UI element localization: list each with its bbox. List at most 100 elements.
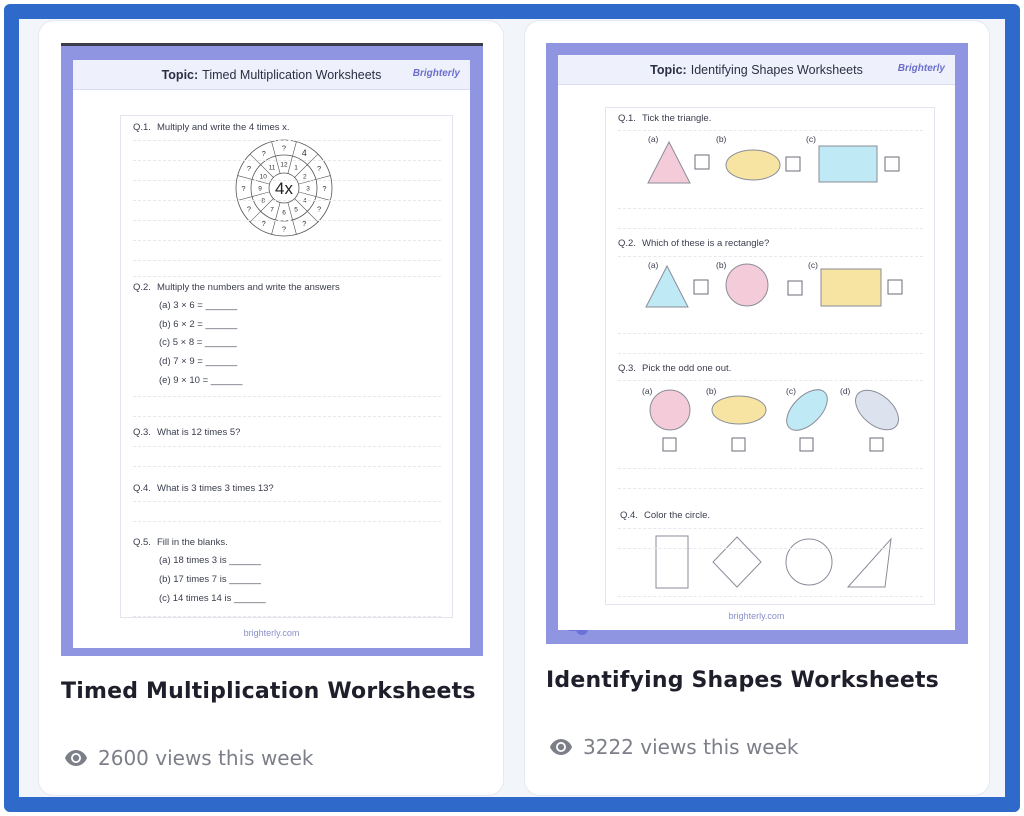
q5-item-b: (b) 17 times 7 is ______: [159, 574, 261, 585]
question-2: Q.2. Multiply the numbers and write the a…: [133, 282, 340, 293]
wheel-answer-slot: ?: [247, 204, 251, 213]
wheel-answer-slot: ?: [322, 184, 326, 193]
q2-item-a: (a) 3 × 6 = ______: [159, 300, 238, 311]
answer-line: [133, 466, 441, 467]
answer-line: [618, 548, 923, 549]
rectangle-shape: [818, 145, 878, 183]
worksheet-footer: brighterly.com: [728, 611, 785, 621]
answer-line: [618, 130, 923, 131]
q2-item-b: (b) 6 × 2 = ______: [159, 319, 238, 330]
wheel-inner-number: 5: [294, 206, 298, 213]
answer-line: [618, 228, 923, 229]
answer-line: [133, 180, 441, 181]
answer-line: [618, 528, 923, 529]
checkbox: [731, 437, 746, 452]
answer-line: [133, 521, 441, 522]
wheel-inner-number: 12: [280, 162, 288, 169]
eye-icon: [65, 750, 87, 766]
rectangle-shape: [820, 268, 882, 307]
checkbox: [785, 156, 801, 172]
wheel-inner-number: 11: [269, 165, 276, 172]
eye-icon: [550, 739, 572, 755]
question-5: Q.5. Fill in the blanks.: [133, 537, 228, 548]
worksheet-topic-header: Topic: Timed Multiplication Worksheets: [73, 60, 470, 90]
oval-shape: [711, 395, 767, 425]
answer-line: [618, 380, 923, 381]
wheel-answer-slot: ?: [317, 204, 321, 213]
views-text: 2600 views this week: [98, 746, 314, 770]
checkbox: [694, 154, 710, 170]
worksheet-page: Topic: Timed Multiplication Worksheets B…: [73, 60, 470, 648]
worksheet-content: Q.1. Multiply and write the 4 times x. 12…: [120, 115, 453, 618]
checkbox: [799, 437, 814, 452]
question-3: Q.3. What is 12 times 5?: [133, 427, 241, 438]
brighterly-logo: Brighterly: [412, 68, 460, 79]
answer-line: [618, 256, 923, 257]
q2-item-e: (e) 9 × 10 = ______: [159, 375, 243, 386]
wheel-answer-slot: ?: [317, 164, 321, 173]
oval-shape: [725, 149, 781, 181]
worksheet-topic-header: Topic: Identifying Shapes Worksheets: [558, 55, 955, 85]
views-count: 3222 views this week: [549, 735, 799, 759]
circle-shape: [725, 263, 769, 307]
checkbox: [887, 279, 903, 295]
answer-line: [618, 488, 923, 489]
wheel-center-label: 4x: [275, 179, 293, 198]
wheel-answer-slot: ?: [247, 164, 251, 173]
answer-line: [133, 276, 441, 277]
q2-item-d: (d) 7 × 9 = ______: [159, 356, 238, 367]
answer-line: [133, 220, 441, 221]
topic-label: Topic:: [161, 67, 199, 82]
topic-label: Topic:: [650, 62, 687, 77]
checkbox: [869, 437, 884, 452]
answer-line: [618, 596, 923, 597]
answer-line: [618, 468, 923, 469]
wheel-inner-number: 7: [270, 206, 274, 213]
answer-line: [133, 160, 441, 161]
checkbox: [693, 279, 709, 295]
q5-item-a: (a) 18 times 3 is ______: [159, 555, 261, 566]
wheel-answer-slot: ?: [241, 184, 245, 193]
wheel-answer-slot: ?: [282, 225, 286, 234]
rectangle-outline: [655, 535, 689, 589]
multiplication-wheel: 12?142?3 ?4?5?6?7?8?9?10? 11?4x: [235, 139, 333, 237]
answer-line: [618, 333, 923, 334]
circle-shape: [649, 389, 691, 431]
checkbox: [787, 280, 803, 296]
shapes-illustration: [645, 140, 903, 589]
triangle-shape: [647, 140, 691, 184]
circle-outline: [785, 538, 833, 586]
topic-title: Identifying Shapes Worksheets: [690, 62, 863, 77]
worksheet-page: Topic: Identifying Shapes Worksheets Bri…: [558, 55, 955, 630]
triangle-shape: [645, 264, 689, 308]
answer-line: [133, 616, 441, 617]
answer-line: [133, 501, 441, 502]
wheel-answer-slot: 4: [302, 148, 307, 158]
card-title[interactable]: Timed Multiplication Worksheets: [61, 679, 476, 704]
triangle-outline: [846, 537, 892, 588]
topic-title: Timed Multiplication Worksheets: [202, 67, 382, 82]
wheel-inner-number: 6: [282, 210, 286, 217]
worksheet-preview-timed-multiplication[interactable]: Topic: Timed Multiplication Worksheets B…: [61, 43, 483, 656]
wheel-inner-number: 3: [306, 186, 310, 193]
checkbox: [884, 156, 900, 172]
checkbox: [662, 437, 677, 452]
brighterly-logo: Brighterly: [897, 63, 945, 74]
views-text: 3222 views this week: [583, 735, 799, 759]
worksheet-preview-identifying-shapes[interactable]: Topic: Identifying Shapes Worksheets Bri…: [546, 43, 968, 644]
answer-line: [133, 240, 441, 241]
answer-line: [618, 353, 923, 354]
worksheet-content: Q.1. Tick the triangle. Q.2. Which of thes…: [605, 107, 935, 605]
diamond-outline: [712, 536, 762, 588]
oval-shape: [786, 389, 828, 431]
q5-item-c: (c) 14 times 14 is ______: [159, 593, 266, 604]
answer-line: [618, 208, 923, 209]
views-count: 2600 views this week: [64, 746, 314, 770]
wheel-inner-number: 9: [258, 186, 262, 193]
wheel-inner-number: 8: [261, 198, 265, 205]
q2-item-c: (c) 5 × 8 = ______: [159, 337, 237, 348]
answer-line: [133, 416, 441, 417]
answer-line: [133, 260, 441, 261]
question-4: Q.4. What is 3 times 3 times 13?: [133, 483, 274, 494]
card-title[interactable]: Identifying Shapes Worksheets: [546, 668, 939, 693]
